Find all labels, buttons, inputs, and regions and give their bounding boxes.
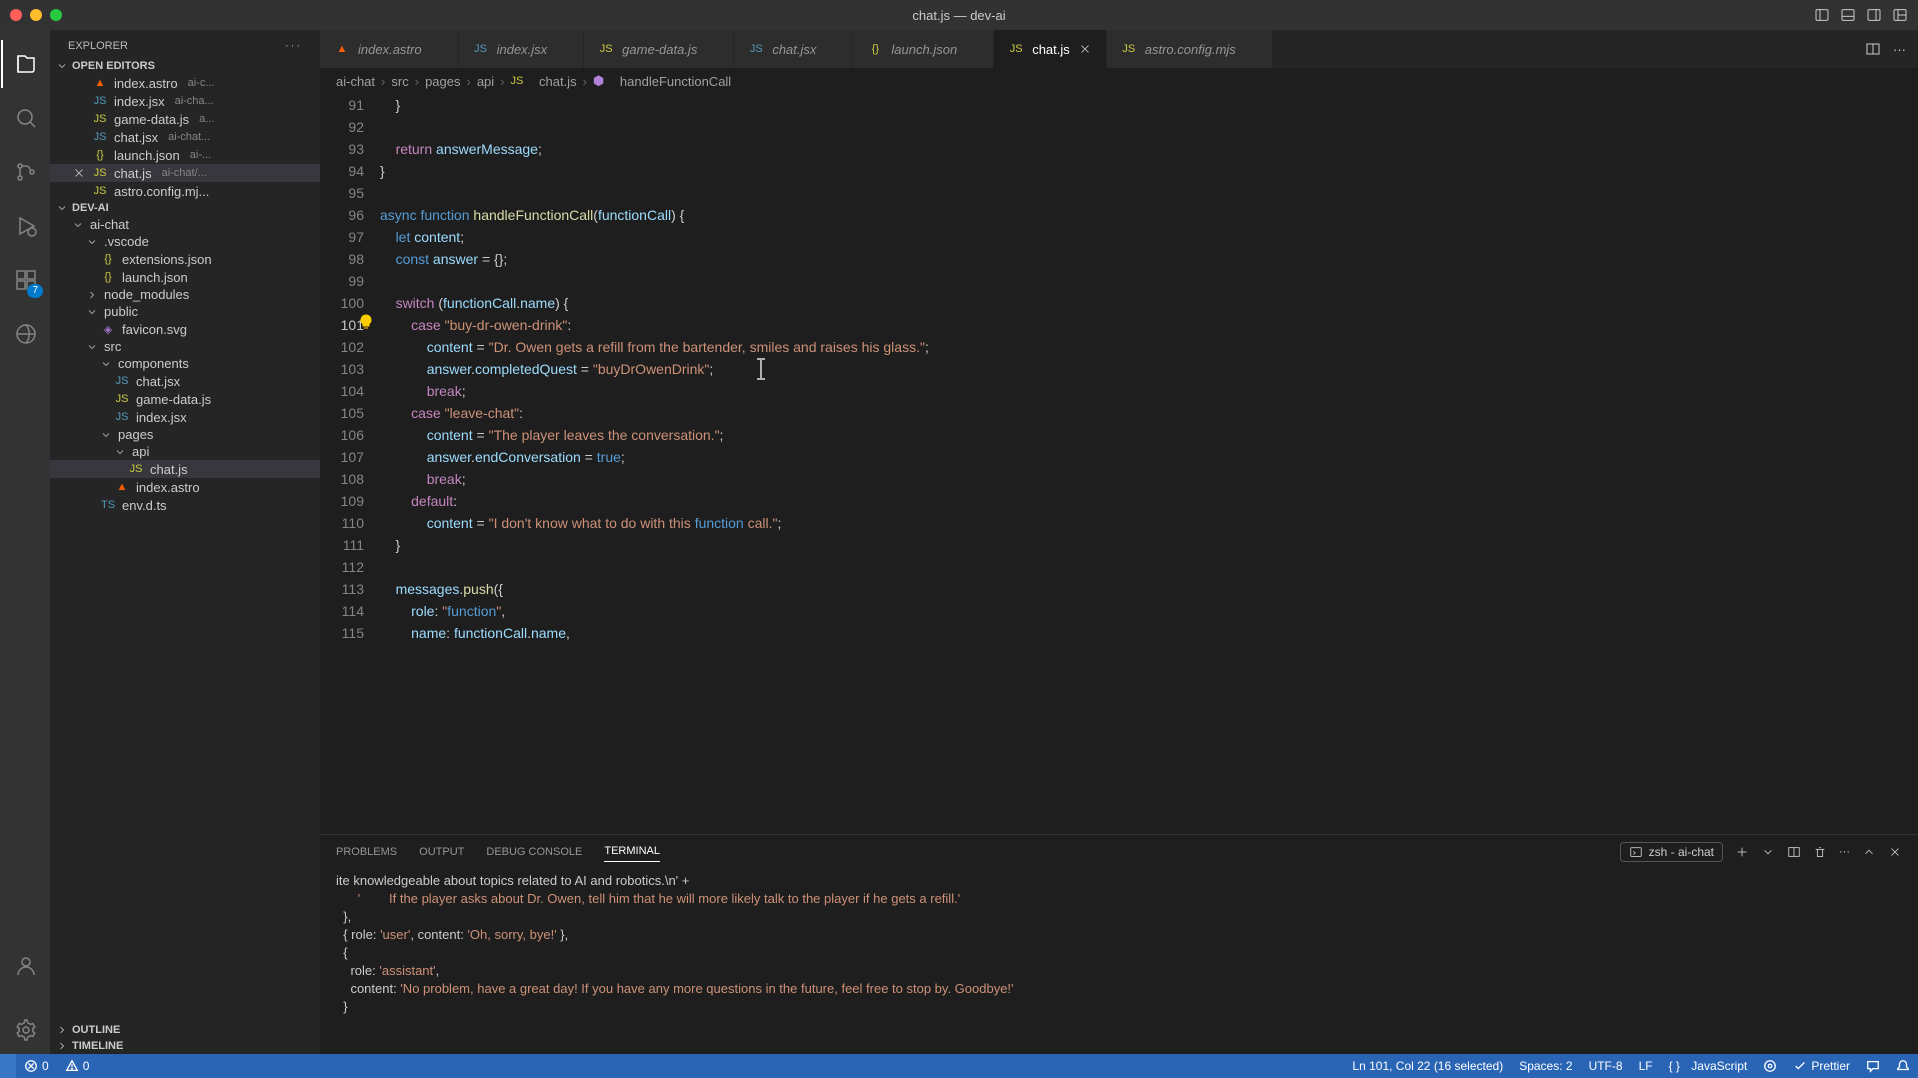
folder-vscode[interactable]: .vscode	[50, 233, 320, 250]
edge-tools-tab[interactable]	[1, 310, 49, 358]
extensions-badge: 7	[27, 284, 43, 298]
run-debug-tab[interactable]	[1, 202, 49, 250]
file-extensions-json[interactable]: {}extensions.json	[50, 250, 320, 268]
prettier-status[interactable]: Prettier	[1785, 1059, 1858, 1073]
toggle-panel-bottom-icon[interactable]	[1840, 7, 1856, 23]
terminal-output[interactable]: ite knowledgeable about topics related t…	[320, 868, 1918, 1054]
cursor-position[interactable]: Ln 101, Col 22 (16 selected)	[1344, 1059, 1511, 1073]
timeline-section[interactable]: TIMELINE	[50, 1038, 320, 1054]
toggle-panel-left-icon[interactable]	[1814, 7, 1830, 23]
sidebar-title: EXPLORER	[68, 40, 128, 52]
folder-public[interactable]: public	[50, 303, 320, 320]
editor-tab[interactable]: JSindex.jsx	[459, 30, 585, 68]
new-terminal-icon[interactable]	[1735, 845, 1749, 859]
debug-console-tab[interactable]: DEBUG CONSOLE	[486, 842, 582, 862]
outline-section[interactable]: OUTLINE	[50, 1022, 320, 1038]
file-launch-json[interactable]: {}launch.json	[50, 268, 320, 286]
file-env-dts[interactable]: TSenv.d.ts	[50, 496, 320, 514]
terminal-dropdown-icon[interactable]	[1761, 845, 1775, 859]
breadcrumb[interactable]: ai-chat› src› pages› api› JS chat.js› ⬢ …	[320, 68, 1918, 94]
window-controls	[10, 9, 62, 21]
open-editor-item[interactable]: JSastro.config.mj...	[50, 182, 320, 200]
project-section[interactable]: DEV-AI	[50, 200, 320, 216]
folder-api[interactable]: api	[50, 443, 320, 460]
open-editor-item[interactable]: JSgame-data.jsa...	[50, 110, 320, 128]
kill-terminal-icon[interactable]	[1813, 845, 1827, 859]
text-cursor	[760, 360, 762, 378]
split-terminal-icon[interactable]	[1787, 845, 1801, 859]
open-editor-item[interactable]: ▲index.astroai-c...	[50, 74, 320, 92]
open-editors-list: ▲index.astroai-c...JSindex.jsxai-cha...J…	[50, 74, 320, 200]
layout-controls	[1814, 7, 1908, 23]
close-tab-icon[interactable]	[1078, 42, 1092, 56]
minimize-window-icon[interactable]	[30, 9, 42, 21]
maximize-panel-icon[interactable]	[1862, 845, 1876, 859]
close-window-icon[interactable]	[10, 9, 22, 21]
problems-tab[interactable]: PROBLEMS	[336, 842, 397, 862]
open-editor-item[interactable]: JSchat.jsai-chat/...	[50, 164, 320, 182]
activity-bar: 7	[0, 30, 50, 1054]
open-editors-section[interactable]: OPEN EDITORS	[50, 58, 320, 74]
extensions-tab[interactable]: 7	[1, 256, 49, 304]
folder-src[interactable]: src	[50, 338, 320, 355]
tab-bar: ▲index.astroJSindex.jsxJSgame-data.jsJSc…	[320, 30, 1918, 68]
editor-tab[interactable]: {}launch.json	[853, 30, 994, 68]
lightbulb-icon[interactable]	[358, 314, 374, 330]
customize-layout-icon[interactable]	[1892, 7, 1908, 23]
terminal-shell-badge[interactable]: zsh - ai-chat	[1620, 842, 1723, 862]
output-tab[interactable]: OUTPUT	[419, 842, 464, 862]
eol[interactable]: LF	[1631, 1059, 1661, 1073]
file-favicon[interactable]: ◈favicon.svg	[50, 320, 320, 338]
terminal-tab[interactable]: TERMINAL	[604, 841, 660, 862]
editor-tab[interactable]: JSchat.jsx	[734, 30, 853, 68]
maximize-window-icon[interactable]	[50, 9, 62, 21]
tab-more-icon[interactable]: ···	[1893, 42, 1906, 57]
editor-tab[interactable]: ▲index.astro	[320, 30, 459, 68]
split-editor-icon[interactable]	[1865, 41, 1881, 57]
eslint-status[interactable]	[1755, 1059, 1785, 1073]
window-title: chat.js — dev-ai	[912, 8, 1005, 23]
close-panel-icon[interactable]	[1888, 845, 1902, 859]
file-tree: ai-chat .vscode {}extensions.json {}laun…	[50, 216, 320, 1022]
open-editor-item[interactable]: JSchat.jsxai-chat...	[50, 128, 320, 146]
indentation[interactable]: Spaces: 2	[1511, 1059, 1580, 1073]
folder-pages[interactable]: pages	[50, 426, 320, 443]
settings-tab[interactable]	[1, 1006, 49, 1054]
panel-more-icon[interactable]: ···	[1839, 846, 1850, 858]
editor-area: ▲index.astroJSindex.jsxJSgame-data.jsJSc…	[320, 30, 1918, 1054]
file-chat-js[interactable]: JSchat.js	[50, 460, 320, 478]
remote-indicator[interactable]	[0, 1054, 16, 1078]
folder-ai-chat[interactable]: ai-chat	[50, 216, 320, 233]
language-mode[interactable]: { } JavaScript	[1661, 1059, 1756, 1073]
accounts-tab[interactable]	[1, 942, 49, 990]
explorer-sidebar: EXPLORER ··· OPEN EDITORS ▲index.astroai…	[50, 30, 320, 1054]
editor-tab[interactable]: JSastro.config.mjs	[1107, 30, 1273, 68]
feedback-icon[interactable]	[1858, 1059, 1888, 1073]
titlebar: chat.js — dev-ai	[0, 0, 1918, 30]
notifications-icon[interactable]	[1888, 1059, 1918, 1073]
explorer-tab[interactable]	[1, 40, 49, 88]
errors-count[interactable]: 0	[16, 1059, 57, 1073]
file-index-jsx[interactable]: JSindex.jsx	[50, 408, 320, 426]
status-bar: 0 0 Ln 101, Col 22 (16 selected) Spaces:…	[0, 1054, 1918, 1078]
file-game-data[interactable]: JSgame-data.js	[50, 390, 320, 408]
editor-tab[interactable]: JSgame-data.js	[584, 30, 734, 68]
folder-components[interactable]: components	[50, 355, 320, 372]
toggle-panel-right-icon[interactable]	[1866, 7, 1882, 23]
search-tab[interactable]	[1, 94, 49, 142]
code-editor[interactable]: 9192939495969798991001011021031041051061…	[320, 94, 1918, 834]
editor-tab[interactable]: JSchat.js	[994, 30, 1107, 68]
source-control-tab[interactable]	[1, 148, 49, 196]
encoding[interactable]: UTF-8	[1581, 1059, 1631, 1073]
sidebar-more-icon[interactable]: ···	[285, 40, 302, 52]
bottom-panel: PROBLEMS OUTPUT DEBUG CONSOLE TERMINAL z…	[320, 834, 1918, 1054]
open-editor-item[interactable]: {}launch.jsonai-...	[50, 146, 320, 164]
warnings-count[interactable]: 0	[57, 1059, 98, 1073]
file-index-astro[interactable]: ▲index.astro	[50, 478, 320, 496]
folder-node-modules[interactable]: node_modules	[50, 286, 320, 303]
open-editor-item[interactable]: JSindex.jsxai-cha...	[50, 92, 320, 110]
file-chat-jsx[interactable]: JSchat.jsx	[50, 372, 320, 390]
